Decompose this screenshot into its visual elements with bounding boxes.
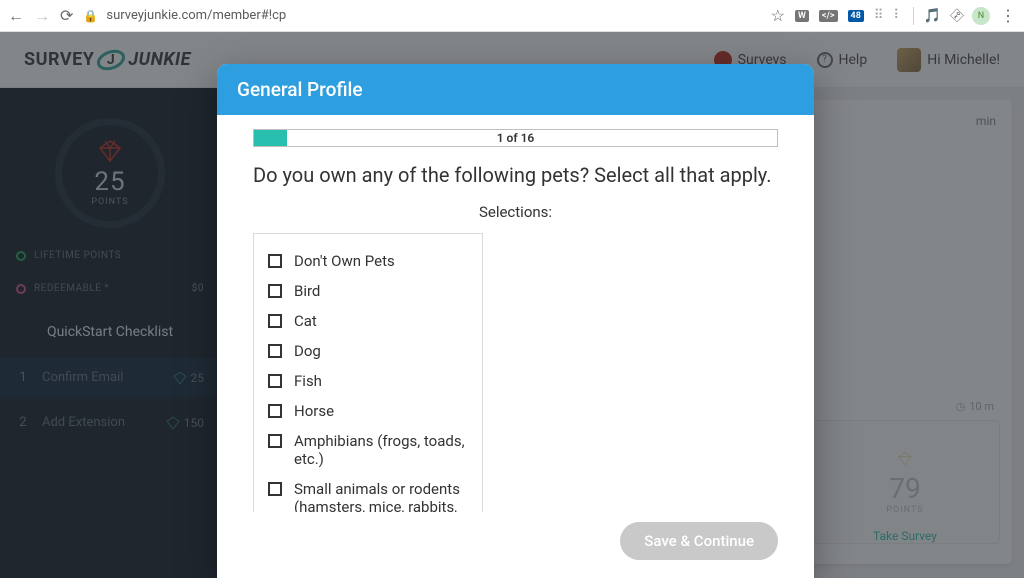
selections-heading: Selections: — [253, 203, 778, 221]
checkbox-icon — [268, 404, 282, 418]
checkbox-icon — [268, 374, 282, 388]
browser-toolbar: ← → ⟳ 🔒 surveyjunkie.com/member#!cp ☆ W … — [0, 0, 1024, 32]
option-label: Cat — [294, 312, 317, 330]
progress-bar: 1 of 16 — [253, 129, 778, 147]
checkbox-icon — [268, 434, 282, 448]
option-label: Bird — [294, 282, 320, 300]
option-bird[interactable]: Bird — [268, 276, 468, 306]
option-label: Amphibians (frogs, toads, etc.) — [294, 432, 468, 468]
general-profile-modal: General Profile 1 of 16 Do you own any o… — [217, 64, 814, 578]
save-continue-button[interactable]: Save & Continue — [620, 522, 778, 560]
option-dog[interactable]: Dog — [268, 336, 468, 366]
lock-icon: 🔒 — [83, 9, 98, 23]
media-icon[interactable]: 🎵 — [924, 8, 941, 24]
url-text: surveyjunkie.com/member#!cp — [106, 8, 286, 23]
browser-back-icon[interactable]: ← — [8, 8, 24, 24]
option-horse[interactable]: Horse — [268, 396, 468, 426]
option-amphibians[interactable]: Amphibians (frogs, toads, etc.) — [268, 426, 468, 474]
checkbox-icon — [268, 284, 282, 298]
browser-reload-icon[interactable]: ⟳ — [60, 8, 73, 24]
option-label: Don't Own Pets — [294, 252, 395, 270]
extension-icon[interactable]: ⠿ — [874, 8, 884, 23]
extension-icon[interactable]: </> — [819, 10, 838, 22]
extension-icon[interactable]: W — [795, 10, 809, 22]
address-bar[interactable]: 🔒 surveyjunkie.com/member#!cp — [83, 8, 760, 23]
question-text: Do you own any of the following pets? Se… — [253, 163, 778, 187]
browser-menu-icon[interactable]: ⋮ — [1000, 6, 1016, 25]
options-list: Don't Own Pets Bird Cat Dog Fish Horse A… — [253, 233, 483, 512]
extension-icon[interactable]: ⠇ — [893, 8, 903, 23]
progress-text: 1 of 16 — [254, 130, 777, 146]
modal-title: General Profile — [217, 64, 814, 115]
extension-badge[interactable]: 48 — [848, 10, 864, 22]
checkbox-icon — [268, 344, 282, 358]
profile-avatar-icon[interactable]: N — [972, 7, 990, 25]
option-dont-own-pets[interactable]: Don't Own Pets — [268, 246, 468, 276]
option-label: Fish — [294, 372, 322, 390]
checkbox-icon — [268, 314, 282, 328]
browser-forward-icon[interactable]: → — [34, 8, 50, 24]
option-label: Small animals or rodents (hamsters, mice… — [294, 480, 468, 512]
option-fish[interactable]: Fish — [268, 366, 468, 396]
checkbox-icon — [268, 254, 282, 268]
option-small-animals[interactable]: Small animals or rodents (hamsters, mice… — [268, 474, 468, 512]
option-label: Horse — [294, 402, 334, 420]
saved-passwords-icon[interactable]: ⚿ — [947, 6, 966, 25]
checkbox-icon — [268, 482, 282, 496]
bookmark-star-icon[interactable]: ☆ — [771, 6, 785, 25]
option-label: Dog — [294, 342, 321, 360]
separator — [913, 7, 914, 25]
option-cat[interactable]: Cat — [268, 306, 468, 336]
